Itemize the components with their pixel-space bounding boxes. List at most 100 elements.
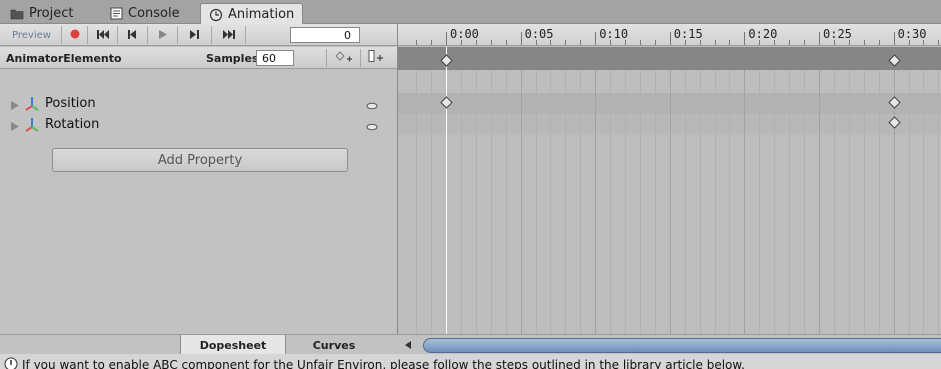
minor-tick <box>431 40 433 45</box>
major-tick <box>744 32 746 45</box>
position-keyframe[interactable] <box>440 96 453 112</box>
timeline-gridline <box>938 70 940 334</box>
remove-property-icon[interactable] <box>366 120 378 135</box>
summary-keyframe-row[interactable] <box>398 47 941 70</box>
time-ruler[interactable]: 0:00 0:05 0:10 0:15 0:20 0:25 0:30 <box>398 24 941 46</box>
timeline-gridline <box>804 70 806 334</box>
minor-tick <box>699 40 701 45</box>
expand-arrow-icon[interactable] <box>11 99 19 114</box>
preview-toggle[interactable]: Preview <box>2 26 62 44</box>
scroll-left-arrow-icon[interactable] <box>401 339 415 351</box>
timeline-gridline <box>714 70 716 334</box>
timeline-gridline <box>744 70 746 334</box>
tab-label: Console <box>128 6 180 21</box>
window-tab-bar: Project Console Animation <box>0 0 941 25</box>
add-keyframe-button[interactable] <box>326 49 360 67</box>
scroll-thumb[interactable] <box>423 338 941 353</box>
position-keyframe[interactable] <box>887 96 901 112</box>
next-keyframe-button[interactable] <box>178 26 212 44</box>
minor-tick <box>804 40 806 45</box>
timeline-gridline <box>863 70 865 334</box>
tab-animation[interactable]: Animation <box>200 3 304 25</box>
minor-tick <box>789 40 791 45</box>
add-event-button[interactable] <box>360 49 390 67</box>
summary-keyframe[interactable] <box>887 54 901 70</box>
major-tick <box>819 32 820 45</box>
folder-icon <box>10 8 24 20</box>
minor-tick <box>580 40 582 45</box>
play-button[interactable] <box>148 26 178 44</box>
tab-console[interactable]: Console <box>102 3 188 24</box>
frame-input[interactable]: 0 <box>290 27 360 43</box>
timeline-gridline <box>923 70 925 334</box>
transform-axis-icon <box>24 96 40 115</box>
time-label: 0:25 <box>823 27 852 41</box>
timeline-gridline <box>669 70 671 334</box>
major-tick <box>595 32 597 45</box>
property-name: Rotation <box>45 117 100 132</box>
dopesheet-timeline[interactable]: 0:00 0:05 0:10 0:15 0:20 0:25 0:30 <box>397 24 941 334</box>
minor-tick <box>565 40 567 45</box>
first-keyframe-button[interactable] <box>88 26 118 44</box>
timeline-gridline <box>639 70 641 334</box>
minor-tick <box>639 40 641 45</box>
console-icon <box>110 7 123 20</box>
timeline-gridline <box>565 70 567 334</box>
clip-selector[interactable]: AnimatorElemento <box>6 52 122 65</box>
tab-label: Dopesheet <box>199 338 267 352</box>
timeline-gridline <box>625 70 627 334</box>
skip-to-start-icon <box>96 29 109 42</box>
info-message: If you want to enable ABC component for … <box>0 354 941 369</box>
clip-toolbar: AnimatorElemento Samples 60 <box>0 47 397 69</box>
record-button[interactable] <box>62 26 88 44</box>
minor-tick <box>505 40 507 45</box>
add-event-icon <box>368 50 384 66</box>
timeline-gridline <box>535 70 537 334</box>
minor-tick <box>878 40 880 45</box>
timeline-gridline <box>505 70 507 334</box>
samples-label: Samples <box>206 52 259 65</box>
transform-axis-icon <box>24 117 40 136</box>
last-keyframe-button[interactable] <box>212 26 246 44</box>
minor-tick <box>863 40 865 45</box>
timeline-gridline <box>520 70 522 334</box>
samples-value: 60 <box>262 52 276 65</box>
add-property-button[interactable]: Add Property <box>52 148 348 172</box>
rotation-keyframe[interactable] <box>887 116 901 132</box>
timeline-gridline <box>908 70 910 334</box>
minor-tick <box>774 40 776 45</box>
samples-input[interactable]: 60 <box>256 50 294 66</box>
property-row-rotation[interactable]: Rotation <box>0 114 397 135</box>
major-tick <box>669 32 671 45</box>
time-label: 0:05 <box>524 27 554 41</box>
minor-tick <box>550 40 552 45</box>
timeline-gridline <box>848 70 850 334</box>
add-property-label: Add Property <box>157 153 243 168</box>
timeline-scrollbar[interactable] <box>397 334 941 354</box>
property-row-position[interactable]: Position <box>0 93 397 114</box>
tab-project[interactable]: Project <box>2 3 81 24</box>
tab-label: Project <box>29 6 74 21</box>
playhead-line[interactable] <box>446 47 447 334</box>
timeline-gridline <box>878 70 880 334</box>
timeline-gridline <box>490 70 492 334</box>
skip-to-end-icon <box>222 29 235 42</box>
tab-dopesheet[interactable]: Dopesheet <box>180 335 286 355</box>
frame-value: 0 <box>344 29 351 42</box>
timeline-gridline <box>819 70 820 334</box>
minor-tick <box>833 40 835 45</box>
timeline-gridline <box>774 70 776 334</box>
tab-label: Curves <box>312 338 356 352</box>
expand-arrow-icon[interactable] <box>11 120 19 135</box>
tab-curves[interactable]: Curves <box>286 335 382 355</box>
previous-keyframe-button[interactable] <box>118 26 148 44</box>
remove-property-icon[interactable] <box>366 99 378 114</box>
summary-keyframe[interactable] <box>440 54 453 70</box>
minor-tick <box>490 40 492 45</box>
timeline-gridline <box>431 70 433 334</box>
time-label: 0:20 <box>748 27 778 41</box>
info-text: If you want to enable ABC component for … <box>22 358 745 369</box>
minor-tick <box>535 40 537 45</box>
playback-toolbar: Preview 0 <box>0 24 397 46</box>
minor-tick <box>684 40 686 45</box>
